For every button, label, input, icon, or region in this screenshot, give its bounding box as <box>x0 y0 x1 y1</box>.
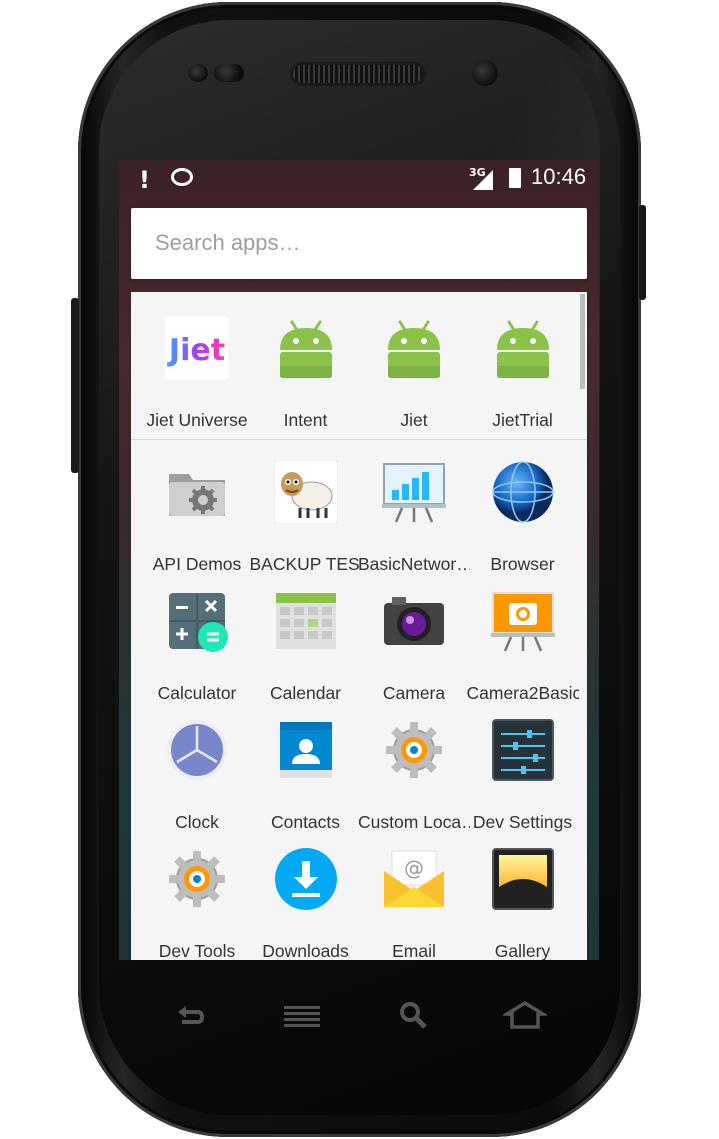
camera-easel-icon <box>490 589 555 653</box>
app-label: Gallery <box>494 941 551 960</box>
screen: ! 3G 10:46 Search apps… Jiet Jiet Univers… <box>119 160 599 960</box>
home-button[interactable] <box>500 1000 550 1030</box>
earpiece-speaker <box>293 65 423 83</box>
app-browser[interactable]: Browser <box>467 450 579 575</box>
menu-icon <box>284 1006 320 1027</box>
gallery-icon <box>491 847 555 911</box>
folder-gear-icon <box>165 460 229 524</box>
app-label: JietTrial <box>492 410 553 430</box>
app-jiet-universe[interactable]: Jiet Jiet Universe <box>141 306 253 431</box>
search-button[interactable] <box>395 1000 435 1030</box>
sheep-icon <box>273 459 338 525</box>
globe-icon <box>491 460 555 524</box>
app-backup-test[interactable]: BACKUP TEST <box>250 450 362 575</box>
android-icon <box>491 316 555 380</box>
calendar-icon <box>274 589 338 653</box>
app-label: Custom Loca… <box>358 812 470 832</box>
back-icon <box>178 1006 204 1024</box>
app-label: Calendar <box>269 683 342 703</box>
app-basicnetwor[interactable]: BasicNetwor… <box>358 450 470 575</box>
app-label: Browser <box>490 554 555 574</box>
app-label: Dev Tools <box>158 941 236 960</box>
alert-icon: ! <box>139 166 150 194</box>
pinned-divider <box>131 439 587 440</box>
app-label: Jiet <box>400 410 428 430</box>
volume-button[interactable] <box>71 298 79 473</box>
app-jiet[interactable]: Jiet <box>358 306 470 431</box>
search-placeholder: Search apps… <box>155 230 301 255</box>
search-apps-field[interactable]: Search apps… <box>131 208 587 279</box>
app-camera2basic[interactable]: Camera2Basic <box>467 579 579 704</box>
app-label: Intent <box>283 410 328 430</box>
app-label: Email <box>392 941 436 960</box>
app-calendar[interactable]: Calendar <box>250 579 362 704</box>
power-button[interactable] <box>639 205 646 300</box>
contacts-icon <box>274 718 338 782</box>
android-icon <box>382 316 446 380</box>
app-custom-loca[interactable]: Custom Loca… <box>358 708 470 833</box>
search-icon <box>400 1002 427 1029</box>
jiet-logo-icon: Jiet <box>165 316 229 380</box>
app-label: Contacts <box>270 812 341 832</box>
app-clock[interactable]: Clock <box>141 708 253 833</box>
gear-icon <box>382 718 446 782</box>
menu-button[interactable] <box>282 1000 322 1030</box>
back-button[interactable] <box>170 1000 210 1030</box>
light-sensor <box>214 64 244 82</box>
app-label: Dev Settings <box>472 812 573 832</box>
app-label: Camera2Basic <box>466 683 579 703</box>
sync-icon <box>171 168 193 186</box>
app-label: BasicNetwor… <box>358 554 470 574</box>
svg-text:@: @ <box>404 856 424 880</box>
presentation-chart-icon <box>382 460 446 524</box>
app-camera[interactable]: Camera <box>358 579 470 704</box>
app-api-demos[interactable]: API Demos <box>141 450 253 575</box>
app-label: Downloads <box>262 941 349 960</box>
app-gallery[interactable]: Gallery <box>467 837 579 960</box>
gear-icon <box>165 847 229 911</box>
app-downloads[interactable]: Downloads <box>250 837 362 960</box>
clock-icon <box>165 718 229 782</box>
calculator-icon <box>165 589 229 653</box>
battery-icon <box>509 168 521 188</box>
app-jiettrial[interactable]: JietTrial <box>467 306 579 431</box>
network-type: 3G <box>469 166 486 179</box>
app-contacts[interactable]: Contacts <box>250 708 362 833</box>
download-icon <box>274 847 338 911</box>
app-label: API Demos <box>152 554 242 574</box>
app-label: Jiet Universe <box>146 410 248 430</box>
app-label: BACKUP TEST <box>249 554 362 574</box>
android-icon <box>274 316 338 380</box>
app-email[interactable]: @ Email <box>358 837 470 960</box>
home-icon <box>500 1000 550 1029</box>
app-calculator[interactable]: Calculator <box>141 579 253 704</box>
app-dev-tools[interactable]: Dev Tools <box>141 837 253 960</box>
status-bar: ! 3G 10:46 <box>119 160 599 196</box>
app-label: Clock <box>175 812 219 832</box>
app-label: Camera <box>382 683 446 703</box>
app-label: Calculator <box>157 683 237 703</box>
front-camera-icon <box>472 60 498 86</box>
email-envelope-icon: @ <box>382 847 446 911</box>
app-intent[interactable]: Intent <box>250 306 362 431</box>
app-dev-settings[interactable]: Dev Settings <box>467 708 579 833</box>
drawer-scrollbar[interactable] <box>580 294 585 389</box>
camera-icon <box>382 589 446 653</box>
app-drawer[interactable]: Jiet Jiet Universe Intent Jiet JietTrial API … <box>131 292 587 960</box>
clock-time: 10:46 <box>531 164 587 189</box>
proximity-sensor <box>188 64 208 82</box>
svg-text:Jiet: Jiet <box>167 333 225 368</box>
sliders-icon <box>491 718 555 782</box>
